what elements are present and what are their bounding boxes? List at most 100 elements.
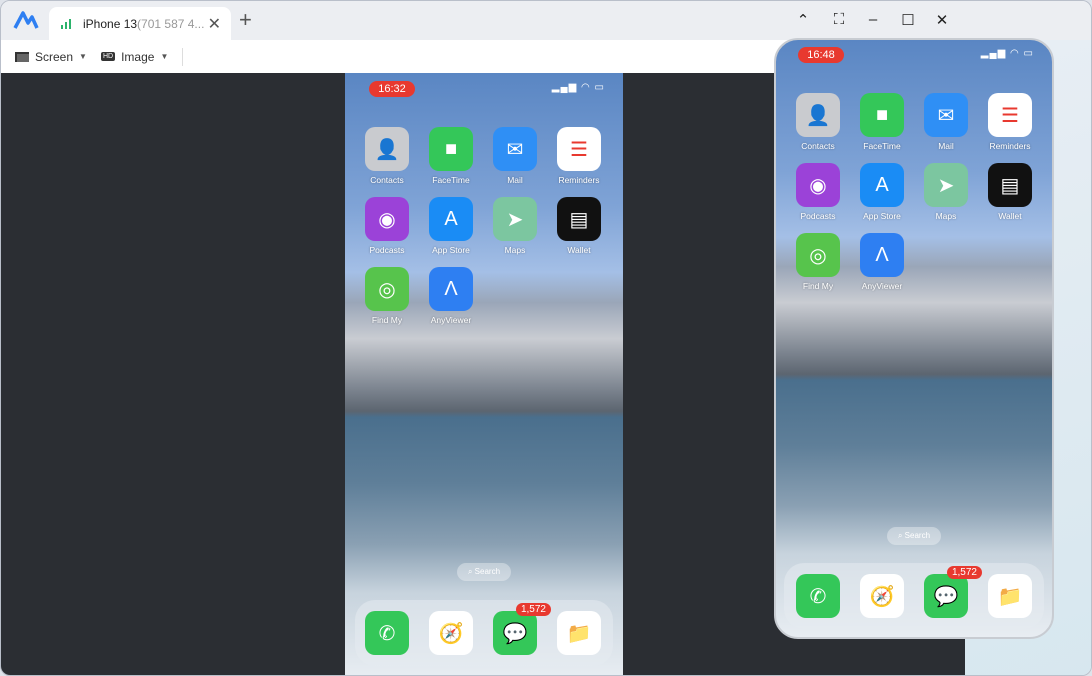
tab-device-id: (701 587 4... <box>137 16 205 31</box>
app-app-store[interactable]: A App Store <box>423 197 479 255</box>
search-label: Search <box>474 567 501 576</box>
app-podcasts[interactable]: ◉ Podcasts <box>790 163 846 221</box>
app-wallet[interactable]: ▤ Wallet <box>551 197 607 255</box>
app-label: Contacts <box>370 175 404 185</box>
phone-icon: ✆ <box>796 574 840 618</box>
floating-phone-preview[interactable]: 16:48 ▂▄▆ ◠ ▭ 👤 Contacts ■ FaceTime ✉ Mail ☰ Remi… <box>774 38 1054 639</box>
toolbar-divider <box>182 47 184 66</box>
app-label: App Store <box>863 211 901 221</box>
signal-icon <box>61 18 71 29</box>
app-maps[interactable]: ➤ Maps <box>918 163 974 221</box>
app-label: Contacts <box>801 141 835 151</box>
app-label: FaceTime <box>432 175 470 185</box>
app-wallet[interactable]: ▤ Wallet <box>982 163 1038 221</box>
search-label: Search <box>904 531 931 540</box>
app-label: Find My <box>802 281 834 291</box>
app-label: Podcasts <box>800 211 836 221</box>
app-label: Wallet <box>998 211 1022 221</box>
app-find-my[interactable]: ◎ Find My <box>790 233 846 291</box>
app-icon: ◎ <box>365 267 409 311</box>
app-contacts[interactable]: 👤 Contacts <box>359 127 415 185</box>
unread-badge: 1,572 <box>515 603 551 616</box>
image-label: Image <box>121 49 155 64</box>
phone-icon: ✆ <box>365 611 409 655</box>
app-label: Reminders <box>989 141 1031 151</box>
app-icon: ➤ <box>493 197 537 241</box>
dock-messages[interactable]: 💬 1,572 <box>918 566 982 618</box>
app-contacts[interactable]: 👤 Contacts <box>790 93 846 151</box>
app-icon: ◎ <box>796 233 840 277</box>
collapse-icon[interactable]: ⌃ <box>793 11 813 29</box>
app-icon: A <box>429 197 473 241</box>
maximize-icon[interactable]: ☐ <box>898 11 918 29</box>
app-label: Wallet <box>567 245 591 255</box>
status-time: 16:32 <box>369 81 415 97</box>
app-mail[interactable]: ✉ Mail <box>487 127 543 185</box>
app-icon: ◉ <box>365 197 409 241</box>
app-label: Maps <box>504 245 526 255</box>
image-menu-button[interactable]: HD Image ▼ <box>100 49 168 64</box>
app-icon: 👤 <box>365 127 409 171</box>
new-tab-button[interactable]: + <box>239 9 252 31</box>
app-podcasts[interactable]: ◉ Podcasts <box>359 197 415 255</box>
search-pill[interactable]: ⌕ Search <box>887 527 941 545</box>
dock-phone[interactable]: ✆ <box>359 611 415 655</box>
app-label: AnyViewer <box>861 281 903 291</box>
app-icon: ➤ <box>924 163 968 207</box>
status-icons: ▂▄▆ ◠ ▭ <box>980 48 1034 59</box>
messages-icon: 💬 1,572 <box>493 603 551 655</box>
screen-icon <box>15 51 29 62</box>
dock-files[interactable]: 📁 <box>982 574 1038 618</box>
status-icons: ▂▄▆ ◠ ▭ <box>551 82 605 93</box>
app-label: Mail <box>507 175 523 185</box>
app-label: Maps <box>935 211 957 221</box>
hd-icon: HD <box>100 52 116 61</box>
dock-safari[interactable]: 🧭 <box>854 574 910 618</box>
app-anyviewer[interactable]: Λ AnyViewer <box>854 233 910 291</box>
caret-down-icon: ▼ <box>79 52 87 61</box>
status-time: 16:48 <box>798 47 844 63</box>
dock-safari[interactable]: 🧭 <box>423 611 479 655</box>
app-label: Find My <box>371 315 403 325</box>
app-icon: ✉ <box>924 93 968 137</box>
app-icon: A <box>860 163 904 207</box>
safari-icon: 🧭 <box>860 574 904 618</box>
messages-icon: 💬 1,572 <box>924 566 982 618</box>
app-anyviewer[interactable]: Λ AnyViewer <box>423 267 479 325</box>
app-icon: ☰ <box>557 127 601 171</box>
anyviewer-window: iPhone 13 (701 587 4... ✕ + ⌃ ⛶ – ☐ ✕ Sc… <box>0 0 1092 676</box>
title-bar: iPhone 13 (701 587 4... ✕ + ⌃ ⛶ – ☐ ✕ <box>1 1 1091 40</box>
app-reminders[interactable]: ☰ Reminders <box>551 127 607 185</box>
app-facetime[interactable]: ■ FaceTime <box>423 127 479 185</box>
app-facetime[interactable]: ■ FaceTime <box>854 93 910 151</box>
app-icon: ■ <box>860 93 904 137</box>
app-icon: ☰ <box>988 93 1032 137</box>
minimize-icon[interactable]: – <box>863 11 883 28</box>
safari-icon: 🧭 <box>429 611 473 655</box>
search-pill[interactable]: ⌕ Search <box>457 563 511 581</box>
dock-files[interactable]: 📁 <box>551 611 607 655</box>
anyviewer-logo-icon <box>13 11 39 29</box>
app-find-my[interactable]: ◎ Find My <box>359 267 415 325</box>
close-window-icon[interactable]: ✕ <box>932 11 952 29</box>
device-tab[interactable]: iPhone 13 (701 587 4... ✕ <box>49 7 231 40</box>
app-reminders[interactable]: ☰ Reminders <box>982 93 1038 151</box>
files-icon: 📁 <box>557 611 601 655</box>
app-app-store[interactable]: A App Store <box>854 163 910 221</box>
app-icon: ■ <box>429 127 473 171</box>
close-tab-icon[interactable]: ✕ <box>208 14 221 34</box>
screen-label: Screen <box>35 49 74 64</box>
tab-device-name: iPhone 13 <box>83 16 138 31</box>
screen-menu-button[interactable]: Screen ▼ <box>15 50 87 64</box>
app-label: FaceTime <box>863 141 901 151</box>
main-phone-screen[interactable]: 16:32 ▂▄▆ ◠ ▭ 👤 Contacts ■ FaceTime ✉ Mail ☰ Remi… <box>345 73 623 675</box>
app-icon: ▤ <box>557 197 601 241</box>
dock-phone[interactable]: ✆ <box>790 574 846 618</box>
fullscreen-icon[interactable]: ⛶ <box>829 11 849 28</box>
dock-messages[interactable]: 💬 1,572 <box>487 603 551 655</box>
app-icon: 👤 <box>796 93 840 137</box>
app-mail[interactable]: ✉ Mail <box>918 93 974 151</box>
app-label: Reminders <box>558 175 600 185</box>
app-icon: Λ <box>860 233 904 277</box>
app-maps[interactable]: ➤ Maps <box>487 197 543 255</box>
